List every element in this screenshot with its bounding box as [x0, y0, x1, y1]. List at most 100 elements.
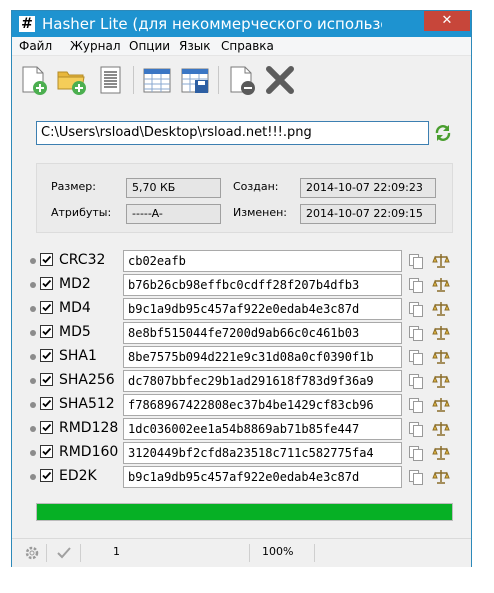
algorithm-label: MD5 — [59, 324, 91, 340]
menu-options[interactable]: Опции — [129, 39, 170, 53]
file-path-input[interactable]: C:\Users\rsload\Desktop\rsload.net!!!.pn… — [36, 121, 429, 145]
status-dot-icon — [30, 426, 36, 432]
hash-value-field[interactable]: 8e8bf515044fe7200d9ab66c0c461b03 — [123, 322, 402, 344]
zoom-level: 100% — [262, 545, 294, 558]
copy-icon[interactable] — [408, 445, 424, 461]
copy-icon[interactable] — [408, 373, 424, 389]
hash-row-md4: MD4 b9c1a9db95c457af922e0edab4e3c87d — [30, 298, 460, 320]
attributes-label: Атрибуты: — [51, 206, 112, 219]
hash-value-field[interactable]: dc7807bbfec29b1ad291618f783d9f36a9 — [123, 370, 402, 392]
new-file-icon[interactable] — [18, 64, 50, 96]
modified-label: Изменен: — [233, 206, 288, 219]
compare-scales-icon[interactable] — [432, 253, 450, 269]
menu-help[interactable]: Справка — [221, 39, 274, 53]
checkbox-checked-icon[interactable] — [40, 325, 53, 338]
size-value: 5,70 КБ — [126, 178, 221, 198]
remove-file-icon[interactable] — [226, 64, 258, 96]
status-dot-icon — [30, 306, 36, 312]
checkbox-checked-icon[interactable] — [40, 421, 53, 434]
checkbox-checked-icon[interactable] — [40, 397, 53, 410]
compare-scales-icon[interactable] — [432, 397, 450, 413]
copy-icon[interactable] — [408, 301, 424, 317]
window-title: Hasher Lite (для некоммерческого использ… — [42, 15, 382, 33]
hash-row-sha512: SHA512 f7868967422808ec37b4be1429cf83cb9… — [30, 394, 460, 416]
created-value: 2014-10-07 22:09:23 — [300, 178, 436, 198]
hash-value-field[interactable]: b9c1a9db95c457af922e0edab4e3c87d — [123, 298, 402, 320]
algorithm-label: SHA512 — [59, 396, 115, 412]
menu-log[interactable]: Журнал — [70, 39, 121, 53]
status-bar: 1 100% — [12, 538, 471, 567]
modified-value: 2014-10-07 22:09:15 — [300, 204, 436, 224]
compare-scales-icon[interactable] — [432, 421, 450, 437]
hash-value-field[interactable]: 8be7575b094d221e9c31d08a0cf0390f1b — [123, 346, 402, 368]
compare-scales-icon[interactable] — [432, 301, 450, 317]
copy-icon[interactable] — [408, 349, 424, 365]
algorithm-label: SHA1 — [59, 348, 97, 364]
status-dot-icon — [30, 378, 36, 384]
hash-value-field[interactable]: cb02eafb — [123, 250, 402, 272]
algorithm-label: MD2 — [59, 276, 91, 292]
hash-value-field[interactable]: 1dc036002ee1a54b8869ab71b85fe447 — [123, 418, 402, 440]
status-separator — [249, 544, 250, 562]
compare-scales-icon[interactable] — [432, 445, 450, 461]
compare-scales-icon[interactable] — [432, 349, 450, 365]
checkbox-checked-icon[interactable] — [40, 301, 53, 314]
add-folder-icon[interactable] — [56, 64, 88, 96]
compare-scales-icon[interactable] — [432, 325, 450, 341]
spreadsheet-icon[interactable] — [141, 64, 173, 96]
status-dot-icon — [30, 354, 36, 360]
hash-value-field[interactable]: f7868967422808ec37b4be1429cf83cb96 — [123, 394, 402, 416]
copy-icon[interactable] — [408, 277, 424, 293]
progress-fill — [37, 504, 452, 520]
status-dot-icon — [30, 474, 36, 480]
copy-icon[interactable] — [408, 325, 424, 341]
copy-icon[interactable] — [408, 469, 424, 485]
save-table-icon[interactable] — [179, 64, 211, 96]
delete-x-icon[interactable] — [264, 64, 296, 96]
copy-icon[interactable] — [408, 253, 424, 269]
app-window: # Hasher Lite (для некоммерческого испол… — [11, 10, 472, 567]
hash-row-rmd128: RMD128 1dc036002ee1a54b8869ab71b85fe447 — [30, 418, 460, 440]
checkbox-checked-icon[interactable] — [40, 445, 53, 458]
menu-file[interactable]: Файл — [19, 39, 52, 53]
checkbox-checked-icon[interactable] — [40, 253, 53, 266]
status-dot-icon — [30, 258, 36, 264]
close-button[interactable]: ✕ — [424, 11, 470, 31]
copy-icon[interactable] — [408, 421, 424, 437]
copy-icon[interactable] — [408, 397, 424, 413]
algorithm-label: RMD128 — [59, 420, 119, 436]
text-document-icon[interactable] — [94, 64, 126, 96]
attributes-value: -----A- — [126, 204, 221, 224]
status-separator — [314, 544, 315, 562]
checkbox-checked-icon[interactable] — [40, 469, 53, 482]
created-label: Создан: — [233, 180, 279, 193]
refresh-icon[interactable] — [433, 123, 453, 143]
toolbar-separator — [218, 66, 219, 94]
checkbox-checked-icon[interactable] — [40, 277, 53, 290]
title-bar[interactable]: # Hasher Lite (для некоммерческого испол… — [12, 11, 471, 37]
hash-row-ed2k: ED2K b9c1a9db95c457af922e0edab4e3c87d — [30, 466, 460, 488]
hash-row-sha1: SHA1 8be7575b094d221e9c31d08a0cf0390f1b — [30, 346, 460, 368]
hash-value-field[interactable]: b9c1a9db95c457af922e0edab4e3c87d — [123, 466, 402, 488]
menu-language[interactable]: Язык — [179, 39, 210, 53]
algorithm-label: ED2K — [59, 468, 97, 484]
status-separator — [80, 544, 81, 562]
app-hash-icon: # — [19, 16, 35, 32]
hash-value-field[interactable]: b76b26cb98effbc0cdff28f207b4dfb3 — [123, 274, 402, 296]
algorithm-label: MD4 — [59, 300, 91, 316]
status-separator — [46, 544, 47, 562]
progress-bar — [36, 503, 453, 521]
status-dot-icon — [30, 330, 36, 336]
gear-icon[interactable] — [24, 545, 40, 565]
checkbox-checked-icon[interactable] — [40, 373, 53, 386]
checkmark-icon[interactable] — [56, 545, 72, 565]
compare-scales-icon[interactable] — [432, 469, 450, 485]
compare-scales-icon[interactable] — [432, 277, 450, 293]
hash-row-crc32: CRC32 cb02eafb — [30, 250, 460, 272]
hash-value-field[interactable]: 3120449bf2cfd8a23518c711c582775fa4 — [123, 442, 402, 464]
checkbox-checked-icon[interactable] — [40, 349, 53, 362]
algorithm-label: RMD160 — [59, 444, 119, 460]
toolbar-separator — [133, 66, 134, 94]
compare-scales-icon[interactable] — [432, 373, 450, 389]
status-dot-icon — [30, 450, 36, 456]
